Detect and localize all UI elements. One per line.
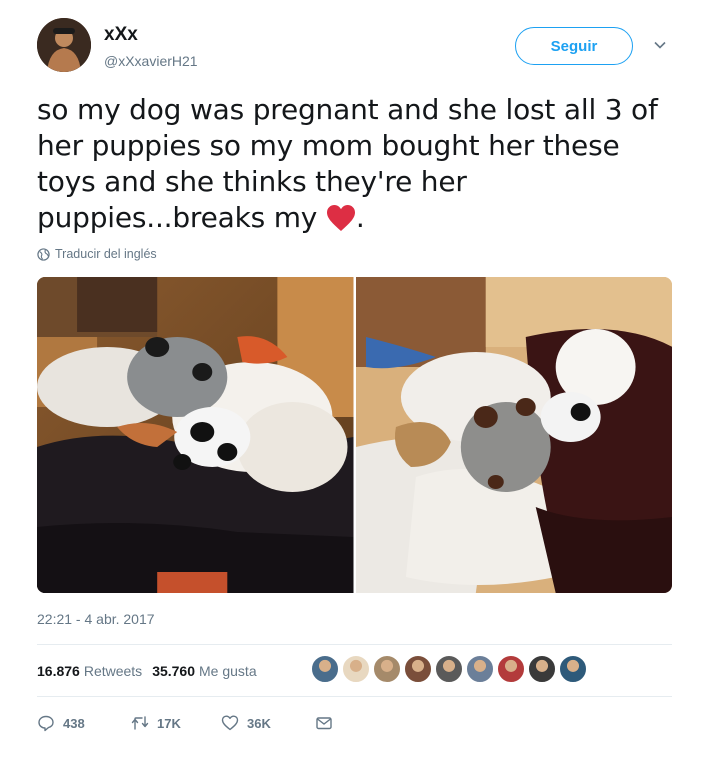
liker-avatar[interactable] xyxy=(466,655,494,683)
tweet-text-line: toys and she thinks they're her xyxy=(37,165,467,198)
tweet-text-line: so my dog was pregnant and she lost all … xyxy=(37,93,658,126)
liker-avatar[interactable] xyxy=(497,655,525,683)
divider xyxy=(37,644,672,645)
retweet-icon xyxy=(131,716,149,730)
timestamp[interactable]: 22:21 - 4 abr. 2017 xyxy=(37,611,155,627)
tweet-text-line: puppies...breaks my . xyxy=(37,200,677,236)
reply-action[interactable]: 438 xyxy=(37,714,131,732)
tweet-actions: 438 17K 36K xyxy=(37,714,333,732)
like-action[interactable]: 36K xyxy=(221,714,315,732)
retweets-count[interactable]: 16.876 xyxy=(37,663,80,679)
divider xyxy=(37,696,672,697)
tweet-stats: 16.876 Retweets 35.760 Me gusta xyxy=(37,660,267,682)
liker-avatar[interactable] xyxy=(404,655,432,683)
photo-grid xyxy=(37,277,672,593)
like-count: 36K xyxy=(247,715,271,731)
tweet-text-line: her puppies so my mom bought her these xyxy=(37,129,620,162)
envelope-icon xyxy=(316,717,332,730)
display-name[interactable]: xXx xyxy=(104,24,138,46)
tweet: xXx @xXxavierH21 Seguir so my dog was pr… xyxy=(0,0,710,759)
retweet-count: 17K xyxy=(157,715,181,731)
translate-link[interactable]: Traducir del inglés xyxy=(37,247,157,261)
likes-label[interactable]: Me gusta xyxy=(199,663,257,679)
likes-count[interactable]: 35.760 xyxy=(152,663,195,679)
photo-right[interactable] xyxy=(355,277,672,593)
liker-avatar[interactable] xyxy=(342,655,370,683)
retweet-action[interactable]: 17K xyxy=(131,714,221,732)
red-heart-icon xyxy=(326,204,356,232)
globe-icon xyxy=(37,247,50,261)
liker-avatar[interactable] xyxy=(559,655,587,683)
liker-avatar[interactable] xyxy=(435,655,463,683)
liker-avatars xyxy=(311,655,587,683)
retweets-label[interactable]: Retweets xyxy=(84,663,142,679)
tweet-text-fragment: puppies...breaks my xyxy=(37,201,318,234)
photo-left[interactable] xyxy=(37,277,354,593)
reply-count: 438 xyxy=(63,715,85,731)
message-action[interactable] xyxy=(315,714,333,732)
reply-icon xyxy=(38,715,54,732)
liker-avatar[interactable] xyxy=(528,655,556,683)
tweet-text: so my dog was pregnant and she lost all … xyxy=(37,92,677,236)
heart-icon xyxy=(221,715,239,731)
user-handle[interactable]: @xXxavierH21 xyxy=(104,53,198,69)
chevron-down-icon[interactable] xyxy=(653,38,667,52)
translate-label: Traducir del inglés xyxy=(55,247,157,261)
tweet-text-fragment: . xyxy=(355,201,365,234)
avatar[interactable] xyxy=(37,18,91,72)
liker-avatar[interactable] xyxy=(311,655,339,683)
follow-button[interactable]: Seguir xyxy=(515,27,633,65)
liker-avatar[interactable] xyxy=(373,655,401,683)
